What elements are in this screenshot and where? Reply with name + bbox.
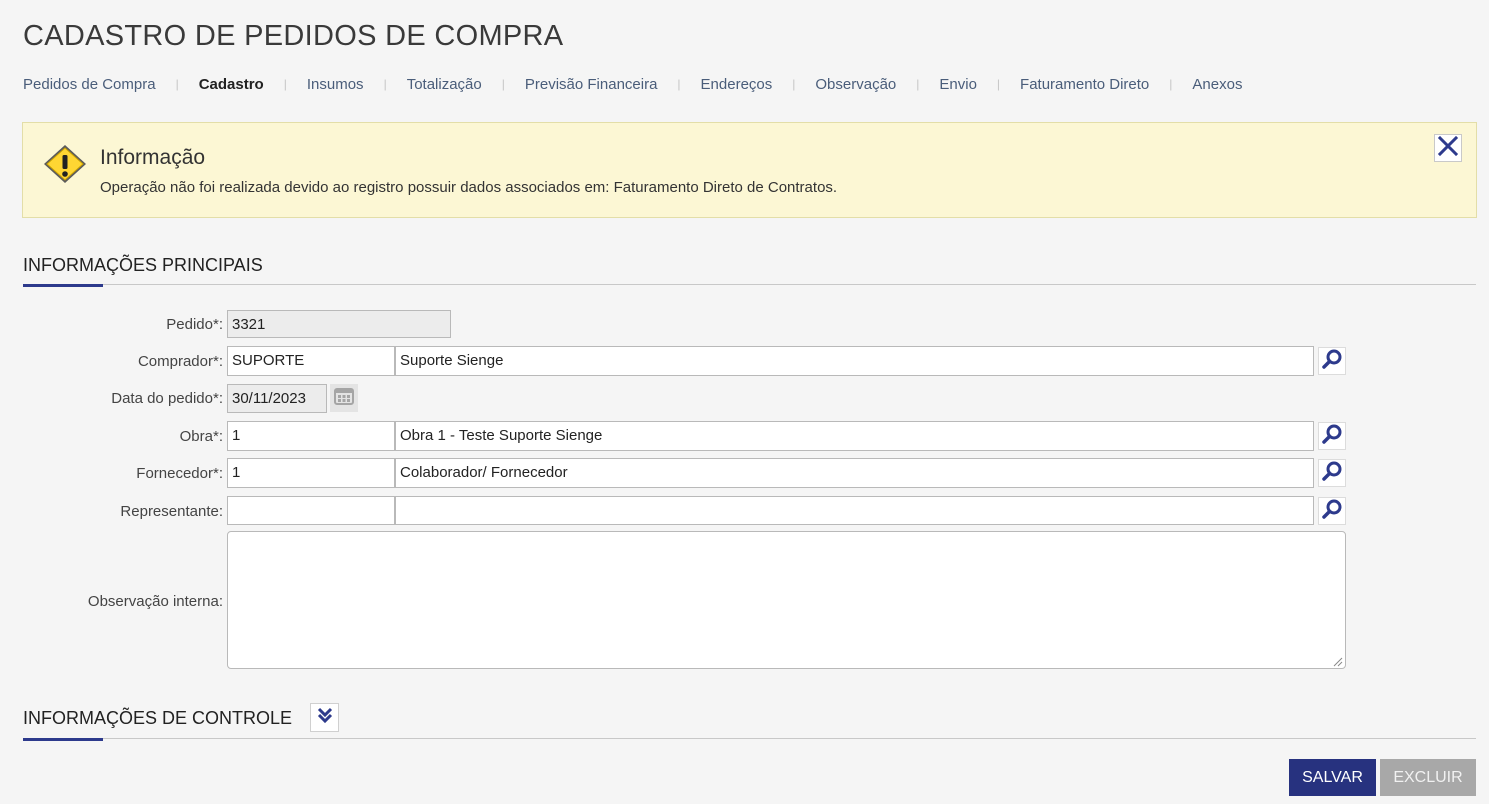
tab-separator: |: [501, 77, 505, 91]
section-accent: [23, 284, 103, 287]
representante-code-field[interactable]: [227, 496, 395, 525]
tab-separator: |: [792, 77, 796, 91]
tab-envio[interactable]: Envio: [939, 76, 977, 93]
tab-enderecos[interactable]: Endereços: [701, 76, 773, 93]
fornecedor-name-field[interactable]: Colaborador/ Fornecedor: [395, 458, 1314, 488]
tab-pedidos-de-compra[interactable]: Pedidos de Compra: [23, 76, 156, 93]
tab-separator: |: [1169, 77, 1173, 91]
fornecedor-search-button[interactable]: [1318, 459, 1346, 487]
search-icon: [1321, 423, 1343, 450]
tab-separator: |: [283, 77, 287, 91]
calendar-button[interactable]: [330, 384, 358, 412]
tab-separator: |: [383, 77, 387, 91]
tab-previsao-financeira[interactable]: Previsão Financeira: [525, 76, 658, 93]
search-icon: [1321, 460, 1343, 487]
tab-insumos[interactable]: Insumos: [307, 76, 364, 93]
section-accent: [23, 738, 103, 741]
section-title-main: INFORMAÇÕES PRINCIPAIS: [23, 255, 263, 275]
page-title: CADASTRO DE PEDIDOS DE COMPRA: [23, 20, 564, 52]
section-title-control: INFORMAÇÕES DE CONTROLE: [23, 708, 293, 728]
alert-message: Operação não foi realizada devido ao reg…: [100, 179, 838, 196]
obra-code-field[interactable]: 1: [227, 421, 395, 451]
fornecedor-code-field[interactable]: 1: [227, 458, 395, 488]
close-icon: [1437, 135, 1459, 162]
obra-name-field[interactable]: Obra 1 - Teste Suporte Sienge: [395, 421, 1314, 451]
section-divider: [23, 284, 1476, 285]
alert-title: Informação: [100, 146, 206, 169]
info-alert: Informação Operação não foi realizada de…: [22, 122, 1477, 218]
tab-cadastro[interactable]: Cadastro: [199, 76, 264, 93]
tab-bar: Pedidos de Compra | Cadastro | Insumos |…: [23, 74, 1242, 94]
data-pedido-field[interactable]: 30/11/2023: [227, 384, 327, 413]
tab-separator: |: [916, 77, 920, 91]
search-icon: [1321, 348, 1343, 375]
tab-faturamento-direto[interactable]: Faturamento Direto: [1020, 76, 1149, 93]
warning-icon: [42, 143, 88, 185]
tab-totalizacao[interactable]: Totalização: [407, 76, 482, 93]
representante-label: Representante:: [120, 503, 223, 520]
representante-search-button[interactable]: [1318, 497, 1346, 525]
tab-separator: |: [175, 77, 179, 91]
observacao-label: Observação interna:: [87, 593, 223, 610]
observacao-textarea[interactable]: [227, 531, 1346, 669]
comprador-label: Comprador*:: [137, 353, 223, 370]
obra-search-button[interactable]: [1318, 422, 1346, 450]
fornecedor-label: Fornecedor*:: [136, 465, 223, 482]
representante-name-field[interactable]: [395, 496, 1314, 525]
pedido-field[interactable]: 3321: [227, 310, 451, 338]
comprador-name-field[interactable]: Suporte Sienge: [395, 346, 1314, 376]
tab-anexos[interactable]: Anexos: [1192, 76, 1242, 93]
data-pedido-label: Data do pedido*:: [111, 390, 223, 407]
tab-separator: |: [996, 77, 1001, 91]
obra-label: Obra*:: [179, 428, 223, 445]
tab-separator: |: [677, 77, 681, 91]
delete-button[interactable]: EXCLUIR: [1380, 759, 1476, 796]
resize-grip-icon[interactable]: [1331, 654, 1343, 667]
comprador-code-field[interactable]: SUPORTE: [227, 346, 395, 376]
save-button[interactable]: SALVAR: [1289, 759, 1376, 796]
tab-observacao[interactable]: Observação: [815, 76, 896, 93]
comprador-search-button[interactable]: [1318, 347, 1346, 375]
expand-control-button[interactable]: [310, 703, 339, 732]
alert-close-button[interactable]: [1434, 134, 1462, 162]
calendar-icon: [333, 386, 355, 411]
pedido-label: Pedido*:: [166, 316, 223, 333]
double-chevron-down-icon: [316, 706, 334, 729]
section-divider: [23, 738, 1476, 739]
search-icon: [1321, 498, 1343, 525]
